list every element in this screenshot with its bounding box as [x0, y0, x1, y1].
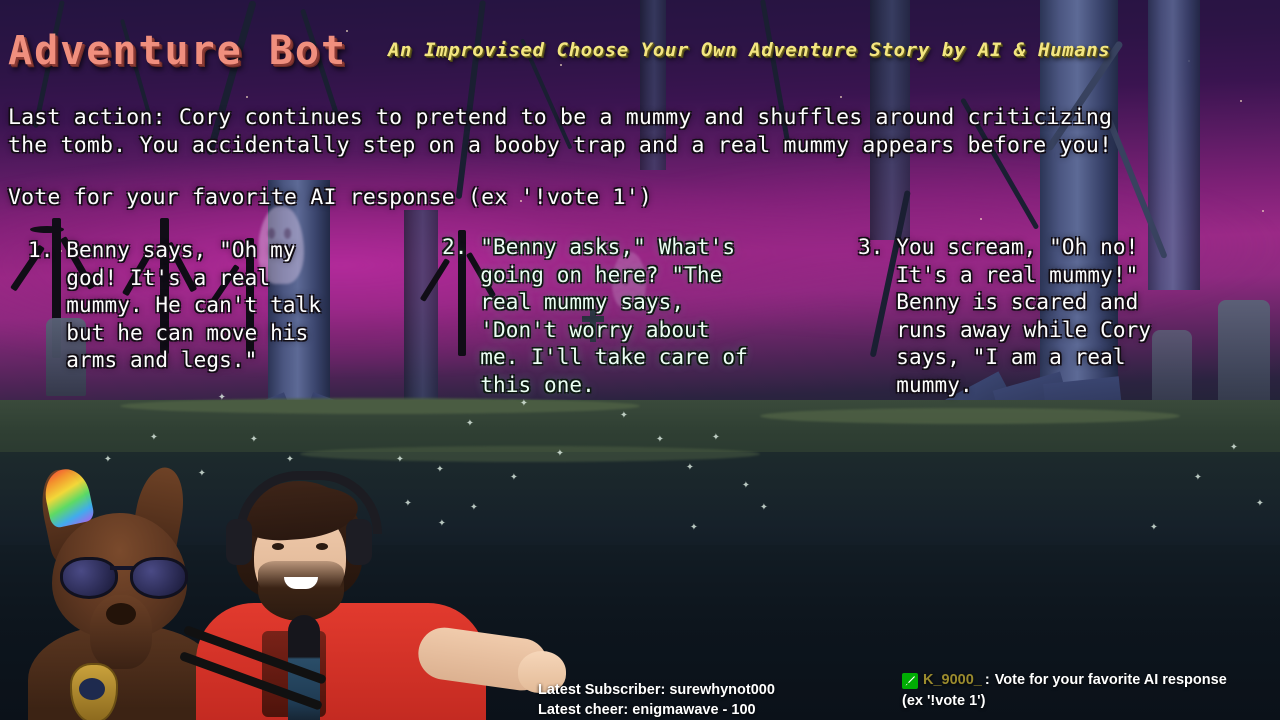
vote-option-line: It's a real mummy!" [896, 262, 1139, 287]
latest-cheer-text: Latest cheer: enigmawave - 100 [538, 701, 756, 718]
vote-option-line: god! It's a real [66, 265, 271, 290]
chat-username[interactable]: K_9000_ [923, 670, 982, 691]
vote-options-list: 1. Benny says, "Oh my god! It's a real mum… [0, 234, 1280, 434]
chat-message-line-2: (ex '!vote 1') [902, 693, 986, 709]
vote-option-1[interactable]: 1. Benny says, "Oh my god! It's a real mum… [28, 237, 418, 375]
latest-subscriber-text: Latest Subscriber: surewhynot000 [538, 682, 775, 698]
vote-option-line: arms and legs." [66, 348, 258, 373]
vote-option-line: "Benny asks," What's [480, 235, 736, 259]
vote-prompt: Vote for your favorite AI response (ex '… [8, 185, 653, 210]
vote-option-line: me. I'll take care of [480, 345, 748, 370]
vote-option-3[interactable]: 3. You scream, "Oh no! It's a real mummy!… [858, 234, 1258, 400]
vote-option-line: says, "I am a real [896, 345, 1126, 370]
status-bar: Latest Subscriber: surewhynot000 Latest … [538, 681, 898, 720]
vote-option-line: You scream, "Oh no! [896, 235, 1139, 259]
vote-option-2-text: "Benny asks," What's going on here? "The r… [480, 234, 842, 400]
vote-option-1-number: 1. [28, 238, 67, 262]
vote-option-2[interactable]: 2. "Benny asks," What's going on here? "T… [442, 234, 842, 400]
vote-option-line: mummy. [896, 372, 973, 397]
vote-option-3-number: 3. [858, 235, 897, 259]
text-overlay: Adventure Bot An Improvised Choose Your … [0, 0, 1280, 720]
vote-option-line: Benny says, "Oh my [66, 238, 296, 262]
vote-option-line: this one. [480, 372, 595, 397]
moderator-sword-icon [902, 672, 918, 689]
vote-option-line: mummy. He can't talk [66, 293, 322, 318]
chat-message: K_9000_: Vote for your favorite AI respo… [902, 670, 1280, 712]
stream-overlay-stage: ✦✦✦✦✦✦✦✦✦✦✦✦✦✦✦✦✦✦✦✦✦✦✦✦✦✦✦✦✦✦ [0, 0, 1280, 720]
vote-option-line: real mummy says, [480, 290, 685, 315]
vote-option-line: runs away while Cory [896, 317, 1152, 342]
vote-option-3-text: You scream, "Oh no! It's a real mummy!" Be… [896, 234, 1258, 400]
vote-option-line: going on here? "The [480, 262, 723, 287]
vote-option-1-text: Benny says, "Oh my god! It's a real mummy.… [66, 237, 418, 375]
last-action-text: Last action: Cory continues to pretend t… [8, 104, 1272, 160]
chat-separator: : [984, 672, 990, 688]
chat-message-line-1: Vote for your favorite AI response [994, 672, 1227, 688]
header: Adventure Bot An Improvised Choose Your … [0, 28, 1280, 74]
vote-option-line: 'Don't worry about [480, 317, 710, 342]
page-title: Adventure Bot [8, 28, 348, 74]
last-action-line: Last action: Cory continues to pretend t… [8, 105, 1113, 130]
vote-option-2-number: 2. [442, 235, 481, 259]
vote-option-line: but he can move his [66, 320, 309, 345]
page-subtitle: An Improvised Choose Your Own Adventure … [388, 39, 1111, 61]
vote-option-line: Benny is scared and [896, 290, 1139, 315]
last-action-line: the tomb. You accidentally step on a boo… [8, 133, 1113, 158]
